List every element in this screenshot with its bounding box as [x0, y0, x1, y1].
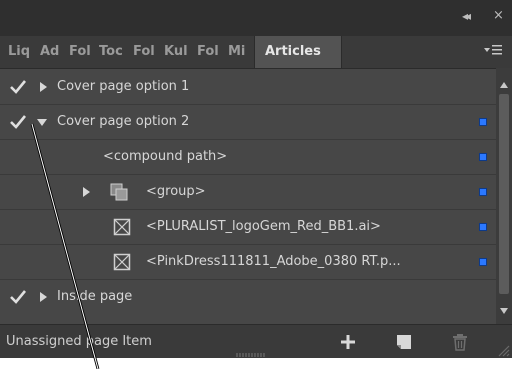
- close-panel-icon[interactable]: ×: [493, 8, 504, 24]
- collapse-panel-icon[interactable]: ◂◂: [462, 8, 471, 24]
- tab-fol-1[interactable]: Fol: [69, 36, 95, 68]
- checkmark-icon[interactable]: [8, 112, 28, 132]
- article-row[interactable]: Cover page option 1: [0, 70, 496, 105]
- panel-footer: Unassigned page Item: [0, 324, 512, 358]
- placed-graphic-icon: [113, 218, 131, 236]
- new-article-icon[interactable]: [396, 334, 412, 350]
- scroll-thumb[interactable]: [499, 94, 509, 294]
- article-item-row[interactable]: <group>: [0, 175, 496, 210]
- unassigned-items-label: Unassigned page Item: [6, 334, 152, 349]
- article-row[interactable]: Inside page: [0, 280, 496, 315]
- article-item-label: <group>: [146, 184, 206, 199]
- tab-toc[interactable]: Toc: [99, 36, 128, 68]
- resize-grip-icon[interactable]: [236, 353, 266, 357]
- checkmark-icon[interactable]: [8, 77, 28, 97]
- article-item-label: <PinkDress111811_Adobe_0380 RT.p...: [146, 254, 401, 269]
- expand-triangle-icon[interactable]: [80, 186, 92, 198]
- tab-mini[interactable]: Mi: [228, 36, 250, 68]
- scroll-up-icon[interactable]: [500, 82, 508, 88]
- selection-indicator[interactable]: [479, 153, 487, 161]
- add-icon[interactable]: [340, 334, 356, 350]
- article-item-row[interactable]: <compound path>: [0, 140, 496, 175]
- vertical-scrollbar[interactable]: [496, 68, 512, 324]
- articles-panel: ◂◂ × Liq Ad Fol Toc Fol Kul Fol Mi Artic…: [0, 0, 512, 358]
- selection-indicator[interactable]: [479, 188, 487, 196]
- group-icon: [110, 183, 128, 201]
- article-label: Inside page: [57, 289, 133, 304]
- article-label: Cover page option 2: [57, 114, 190, 129]
- tab-fol-2[interactable]: Fol: [133, 36, 159, 68]
- panel-tab-bar: Liq Ad Fol Toc Fol Kul Fol Mi Articles: [0, 36, 512, 69]
- tab-liquid-layout[interactable]: Liq: [8, 36, 34, 68]
- article-item-label: <PLURALIST_logoGem_Red_BB1.ai>: [146, 219, 381, 234]
- checkmark-icon[interactable]: [8, 287, 28, 307]
- tab-adobe[interactable]: Ad: [40, 36, 64, 68]
- tab-articles[interactable]: Articles: [254, 36, 342, 68]
- article-item-row[interactable]: <PLURALIST_logoGem_Red_BB1.ai>: [0, 210, 496, 245]
- panel-menu-icon[interactable]: [484, 43, 504, 60]
- selection-indicator[interactable]: [479, 223, 487, 231]
- scroll-down-icon[interactable]: [500, 308, 508, 314]
- article-label: Cover page option 1: [57, 79, 190, 94]
- panel-title-bar[interactable]: ◂◂ ×: [0, 0, 512, 36]
- selection-indicator[interactable]: [479, 118, 487, 126]
- tab-kuler[interactable]: Kul: [164, 36, 192, 68]
- expand-triangle-icon[interactable]: [37, 81, 49, 93]
- collapse-triangle-icon[interactable]: [36, 116, 48, 128]
- corner-resize-icon[interactable]: [496, 343, 510, 357]
- article-row[interactable]: Cover page option 2: [0, 105, 496, 140]
- tab-fol-3[interactable]: Fol: [197, 36, 223, 68]
- expand-triangle-icon[interactable]: [37, 291, 49, 303]
- article-item-row[interactable]: <PinkDress111811_Adobe_0380 RT.p...: [0, 245, 496, 280]
- selection-indicator[interactable]: [479, 258, 487, 266]
- article-item-label: <compound path>: [103, 149, 228, 164]
- trash-icon[interactable]: [452, 333, 468, 351]
- placed-graphic-icon: [113, 253, 131, 271]
